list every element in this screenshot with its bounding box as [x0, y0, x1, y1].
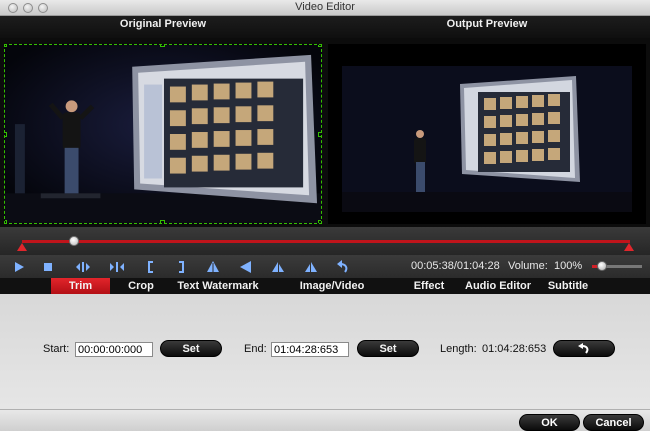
mark-out-button[interactable]	[173, 259, 189, 275]
rotate-right-icon	[305, 262, 317, 272]
mark-in-icon	[148, 261, 153, 273]
preview-area	[0, 38, 650, 227]
crop-handle[interactable]	[5, 132, 7, 137]
volume-slider[interactable]	[592, 261, 642, 271]
play-icon	[15, 262, 24, 272]
end-label: End:	[244, 343, 267, 355]
next-frame-icon	[110, 262, 124, 272]
next-frame-button[interactable]	[109, 259, 125, 275]
set-start-button[interactable]: Set	[160, 340, 222, 357]
reset-button[interactable]	[553, 340, 615, 357]
volume-knob[interactable]	[597, 261, 607, 271]
start-time-input[interactable]	[75, 342, 153, 357]
stop-button[interactable]	[40, 259, 56, 275]
undo-button[interactable]	[335, 259, 351, 275]
flip-vertical-icon	[207, 261, 219, 272]
time-readout: 00:05:38/01:04:28	[411, 260, 500, 272]
ok-button[interactable]: OK	[519, 414, 580, 431]
tab-audio-editor[interactable]: Audio Editor	[462, 278, 534, 294]
title-bar: Video Editor	[0, 0, 650, 16]
flip-horizontal-icon	[240, 261, 251, 273]
timeline-track[interactable]	[22, 240, 630, 243]
length-value: 01:04:28:653	[482, 343, 547, 355]
tab-text-watermark[interactable]: Text Watermark	[176, 278, 260, 294]
output-preview-label: Output Preview	[446, 18, 528, 30]
volume-value: 100%	[554, 260, 583, 272]
crop-handle[interactable]	[318, 132, 321, 137]
mark-in-button[interactable]	[143, 259, 159, 275]
start-label: Start:	[43, 343, 70, 355]
rotate-right-button[interactable]	[303, 259, 319, 275]
rotate-left-icon	[272, 262, 284, 272]
stop-icon	[44, 263, 52, 271]
previous-frame-icon	[76, 262, 90, 272]
crop-handle[interactable]	[160, 45, 165, 47]
play-button[interactable]	[11, 259, 27, 275]
timeline-playhead[interactable]	[68, 236, 79, 246]
crop-handle[interactable]	[5, 45, 7, 47]
crop-handle[interactable]	[318, 45, 321, 47]
tab-effect[interactable]: Effect	[407, 278, 451, 294]
output-scene-image	[328, 44, 646, 224]
set-end-button[interactable]: Set	[357, 340, 419, 357]
timeline	[0, 227, 650, 255]
rotate-left-button[interactable]	[270, 259, 286, 275]
output-preview-video	[328, 44, 646, 224]
original-preview-video[interactable]	[4, 44, 322, 224]
stage-scene-image	[5, 45, 321, 223]
volume-label: Volume:	[508, 260, 548, 272]
trim-panel: Start: Set End: Set Length: 01:04:28:653	[0, 294, 650, 409]
original-preview-label: Original Preview	[119, 18, 207, 30]
flip-horizontal-button[interactable]	[238, 259, 254, 275]
crop-handle[interactable]	[5, 220, 7, 223]
flip-vertical-button[interactable]	[205, 259, 221, 275]
tab-subtitle[interactable]: Subtitle	[542, 278, 594, 294]
previous-frame-button[interactable]	[75, 259, 91, 275]
undo-icon	[578, 343, 589, 354]
crop-handle[interactable]	[318, 220, 321, 223]
playback-controls: 00:05:38/01:04:28 Volume: 100%	[0, 255, 650, 278]
crop-handle[interactable]	[160, 220, 165, 223]
dialog-footer: OK Cancel	[0, 409, 650, 431]
tab-crop[interactable]: Crop	[118, 278, 164, 294]
mark-out-icon	[179, 261, 184, 273]
window-title: Video Editor	[295, 1, 355, 13]
preview-header: Original Preview Output Preview	[0, 16, 650, 38]
trim-end-marker[interactable]	[624, 243, 634, 251]
editor-tabs: Trim Crop Text Watermark Image/Video Wat…	[0, 278, 650, 308]
cancel-button[interactable]: Cancel	[583, 414, 644, 431]
trim-start-marker[interactable]	[17, 243, 27, 251]
tab-trim[interactable]: Trim	[51, 278, 110, 294]
tab-image-video-watermark[interactable]: Image/Video Watermark	[270, 278, 394, 308]
undo-icon	[337, 260, 348, 273]
length-label: Length:	[440, 343, 477, 355]
end-time-input[interactable]	[271, 342, 349, 357]
